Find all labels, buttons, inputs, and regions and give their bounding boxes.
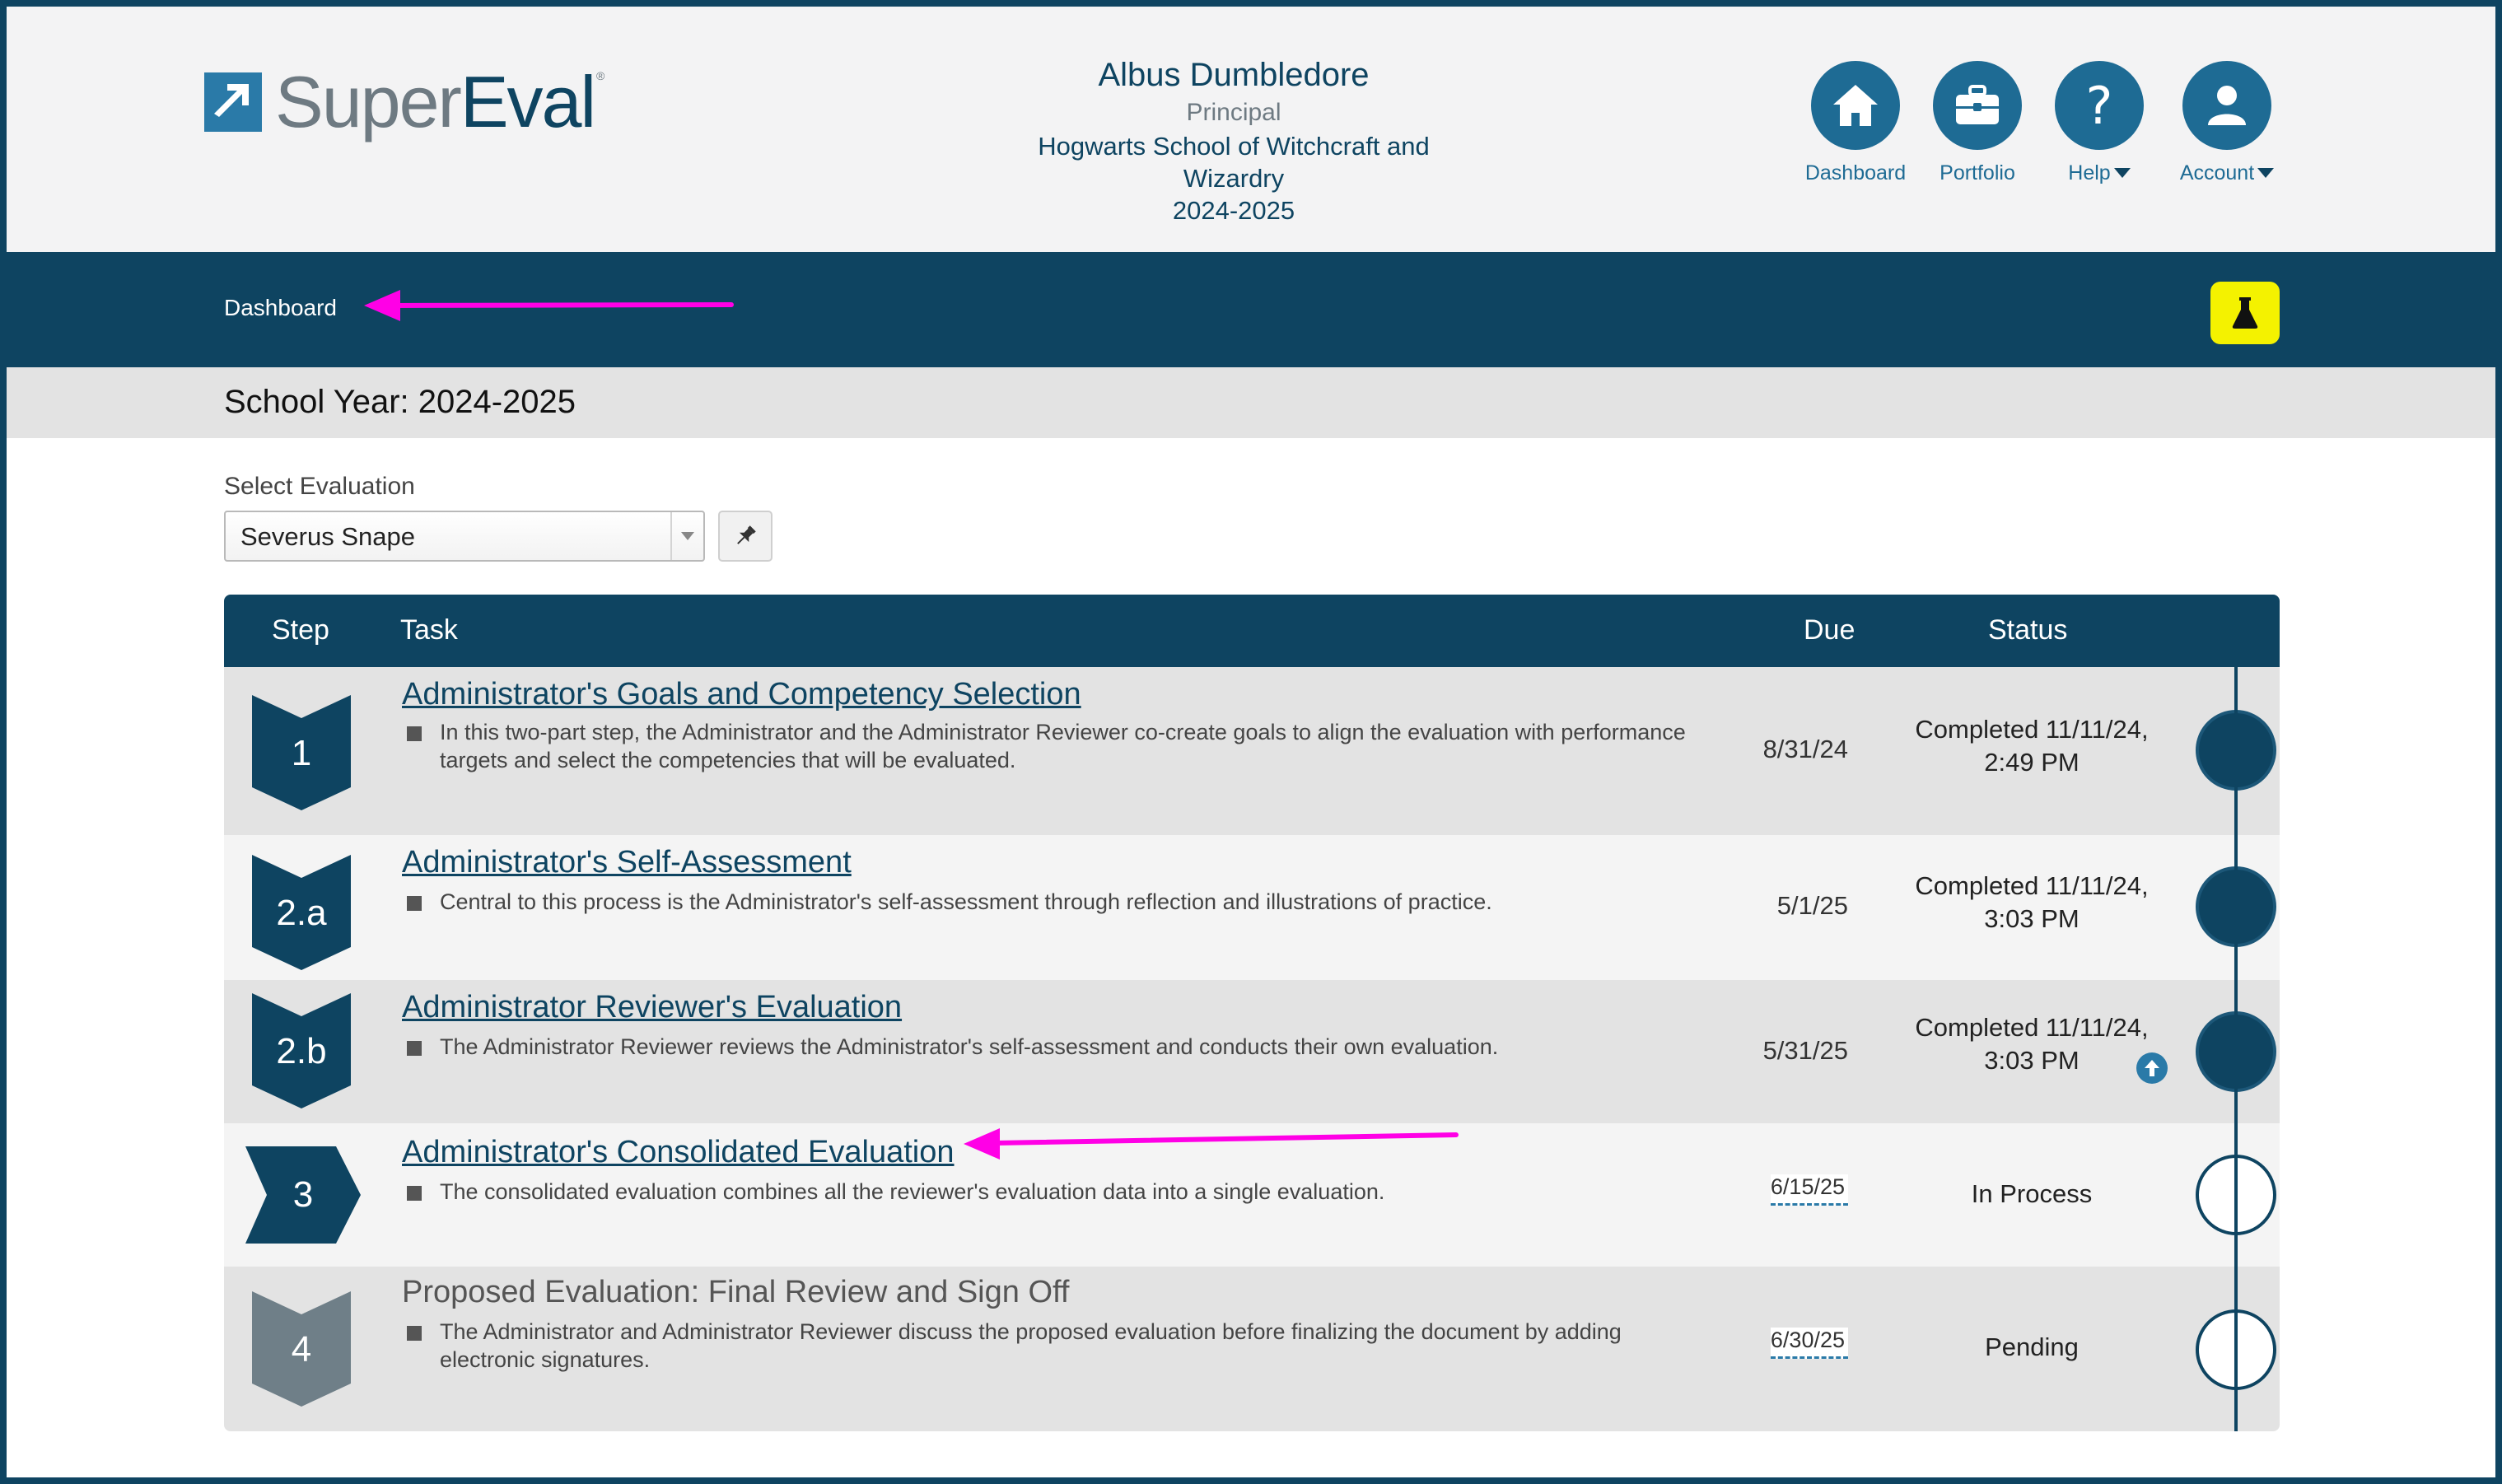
- nav-account[interactable]: Account: [2164, 61, 2290, 185]
- nav-help-label: Help: [2068, 161, 2111, 184]
- select-evaluation-label: Select Evaluation: [224, 473, 415, 500]
- task-title-link[interactable]: Administrator's Self-Assessment: [402, 845, 852, 880]
- step-badge-current: 3: [245, 1146, 361, 1244]
- select-evaluation-dropdown[interactable]: Severus Snape: [224, 511, 705, 562]
- due-date: 5/31/25: [1762, 1036, 1848, 1065]
- due-date-editable[interactable]: 6/30/25: [1770, 1328, 1848, 1359]
- status-line: In Process: [1971, 1179, 2093, 1208]
- header-task: Task: [400, 614, 458, 646]
- arrow-up-icon[interactable]: [2136, 1052, 2168, 1084]
- status-text: In Process: [1896, 1178, 2168, 1211]
- step-badge: 2.b: [252, 993, 351, 1108]
- chevron-down-icon: [2257, 168, 2275, 178]
- step-number: 2.b: [276, 1031, 327, 1071]
- top-header: Super Eval ® Albus Dumbledore Principal …: [7, 7, 2495, 252]
- task-title-link[interactable]: Administrator's Consolidated Evaluation: [402, 1135, 955, 1170]
- person-icon: [2182, 61, 2271, 150]
- task-description: Central to this process is the Administr…: [407, 888, 1692, 916]
- table-row: 3 Administrator's Consolidated Evaluatio…: [224, 1123, 2280, 1267]
- status-text: Completed 11/11/24, 3:03 PM: [1896, 1011, 2168, 1077]
- home-icon: [1811, 61, 1900, 150]
- status-line: Completed 11/11/24,: [1915, 871, 2149, 900]
- status-text: Completed 11/11/24, 3:03 PM: [1896, 870, 2168, 936]
- step-badge: 2.a: [252, 855, 351, 970]
- table-row: 2.a Administrator's Self-Assessment Cent…: [224, 835, 2280, 980]
- school-year-label: School Year: 2024-2025: [224, 384, 576, 420]
- nav-dashboard[interactable]: Dashboard: [1802, 61, 1909, 185]
- step-number: 1: [291, 733, 312, 773]
- user-year: 2024-2025: [1172, 196, 1295, 225]
- user-info: Albus Dumbledore Principal Hogwarts Scho…: [1003, 54, 1464, 227]
- task-description: The consolidated evaluation combines all…: [407, 1178, 1692, 1206]
- dropdown-arrow-icon[interactable]: [670, 512, 703, 560]
- nav-help[interactable]: ? Help: [2046, 61, 2153, 185]
- user-name: Albus Dumbledore: [1098, 57, 1370, 93]
- step-number: 2.a: [276, 893, 327, 933]
- app-window: Super Eval ® Albus Dumbledore Principal …: [7, 7, 2495, 1477]
- logo-text-super: Super: [275, 61, 462, 142]
- user-role: Principal: [1186, 99, 1281, 126]
- task-description: The Administrator and Administrator Revi…: [407, 1318, 1692, 1374]
- header-nav: Dashboard Portfolio ? Help Account: [1802, 61, 2280, 193]
- status-line: Pending: [1985, 1332, 2079, 1361]
- task-title: Proposed Evaluation: Final Review and Si…: [402, 1275, 1070, 1309]
- pin-button[interactable]: [718, 511, 773, 562]
- nav-portfolio-label: Portfolio: [1940, 161, 2015, 184]
- breadcrumb-bar: Dashboard: [7, 252, 2495, 367]
- header-due: Due: [1804, 614, 1855, 646]
- nav-dashboard-label: Dashboard: [1804, 161, 1907, 184]
- task-table: Step Task Due Status 1 Administrator's G…: [224, 595, 2280, 1431]
- chevron-down-icon: [2113, 168, 2131, 178]
- header-step: Step: [272, 614, 329, 646]
- table-header: Step Task Due Status: [224, 595, 2280, 667]
- school-year-bar: School Year: 2024-2025: [7, 367, 2495, 438]
- nav-help-label-wrap: Help: [2046, 161, 2153, 185]
- step-badge: 1: [252, 695, 351, 810]
- user-school-line2: Wizardry: [1183, 164, 1285, 193]
- timeline-line: [2234, 667, 2238, 1431]
- pin-icon: [737, 525, 756, 544]
- logo-mark-icon: [204, 72, 262, 132]
- nav-portfolio[interactable]: Portfolio: [1924, 61, 2031, 185]
- due-date-editable[interactable]: 6/15/25: [1770, 1174, 1848, 1206]
- status-text: Completed 11/11/24, 2:49 PM: [1896, 713, 2168, 779]
- due-date: 5/1/25: [1776, 891, 1848, 920]
- status-text: Pending: [1896, 1331, 2168, 1364]
- question-icon: ?: [2055, 61, 2144, 150]
- table-row: 4 Proposed Evaluation: Final Review and …: [224, 1267, 2280, 1431]
- logo-text-eval: Eval: [460, 61, 596, 142]
- nav-account-label: Account: [2179, 161, 2255, 184]
- status-line: 3:03 PM: [1984, 1046, 2080, 1075]
- status-line: Completed 11/11/24,: [1915, 715, 2149, 744]
- logo-trademark: ®: [596, 69, 605, 82]
- task-description: In this two-part step, the Administrator…: [407, 718, 1692, 774]
- nav-account-label-wrap: Account: [2164, 161, 2290, 185]
- task-description: The Administrator Reviewer reviews the A…: [407, 1033, 1692, 1061]
- flask-icon: [2232, 297, 2258, 329]
- table-row: 1 Administrator's Goals and Competency S…: [224, 667, 2280, 835]
- table-row: 2.b Administrator Reviewer's Evaluation …: [224, 980, 2280, 1123]
- step-number: 4: [291, 1329, 312, 1370]
- step-badge-pending: 4: [252, 1291, 351, 1407]
- task-title-link[interactable]: Administrator Reviewer's Evaluation: [402, 990, 902, 1025]
- step-number: 3: [292, 1174, 314, 1215]
- flask-button[interactable]: [2210, 282, 2280, 344]
- status-line: 2:49 PM: [1984, 748, 2080, 777]
- due-date: 8/31/24: [1762, 735, 1848, 763]
- header-status: Status: [1988, 614, 2068, 646]
- select-evaluation-value: Severus Snape: [240, 522, 415, 551]
- briefcase-icon: [1933, 61, 2022, 150]
- status-line: 3:03 PM: [1984, 904, 2080, 933]
- breadcrumb-dashboard[interactable]: Dashboard: [224, 295, 337, 321]
- status-line: Completed 11/11/24,: [1915, 1013, 2149, 1042]
- supereval-logo[interactable]: Super Eval ®: [204, 63, 604, 142]
- user-school-line1: Hogwarts School of Witchcraft and: [1038, 132, 1430, 161]
- task-title-link[interactable]: Administrator's Goals and Competency Sel…: [402, 677, 1081, 712]
